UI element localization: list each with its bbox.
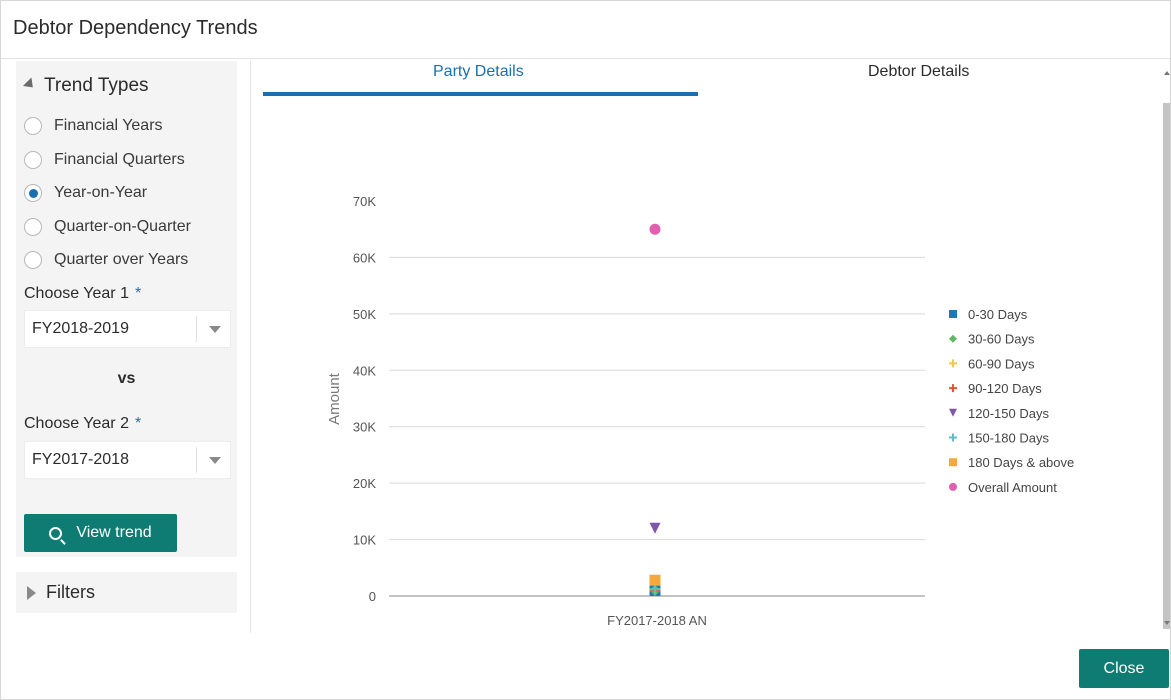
radio-button[interactable] (24, 117, 42, 135)
dialog-header: Debtor Dependency Trends (1, 1, 1170, 59)
radio-year-on-year[interactable]: Year-on-Year (24, 184, 147, 202)
vertical-scrollbar[interactable] (1162, 63, 1171, 631)
y-tick-label: 20K (353, 476, 376, 491)
legend-label: 180 Days & above (968, 455, 1074, 470)
radio-label: Financial Years (54, 117, 163, 134)
y-tick-label: 50K (353, 307, 376, 322)
tab-debtor-details[interactable]: Debtor Details (868, 63, 969, 81)
y-tick-label: 70K (353, 194, 376, 209)
radio-financial-quarters[interactable]: Financial Quarters (24, 151, 185, 169)
debtor-dependency-dialog: Debtor Dependency Trends Trend Types Fin… (0, 0, 1171, 700)
scroll-thumb[interactable] (1163, 103, 1170, 629)
data-point (649, 522, 661, 534)
y-axis-title: Amount (326, 372, 343, 425)
tab-party-details[interactable]: Party Details (433, 63, 524, 81)
x-tick-label: FY2017-2018 AN (607, 613, 707, 628)
data-point (649, 574, 661, 586)
trend-types-toggle[interactable]: Trend Types (22, 75, 149, 97)
choose-year-2-label: Choose Year 2 * (24, 415, 141, 433)
legend-marker (949, 359, 957, 368)
y-tick-label: 0 (369, 589, 376, 604)
search-icon (49, 526, 63, 540)
select-divider (196, 447, 197, 473)
select-divider (196, 316, 197, 342)
radio-label: Quarter over Years (54, 251, 189, 268)
choose-year-1-text: Choose Year 1 (24, 285, 129, 302)
radio-button[interactable] (24, 218, 42, 236)
data-point (649, 223, 661, 235)
scroll-up-arrow-icon[interactable] (1164, 71, 1170, 75)
year-1-value: FY2018-2019 (32, 320, 129, 337)
chevron-down-icon[interactable] (209, 456, 221, 464)
collapse-triangle-icon (22, 77, 38, 92)
radio-quarter-over-years[interactable]: Quarter over Years (24, 251, 188, 269)
choose-year-1-label: Choose Year 1 * (24, 285, 141, 303)
chevron-down-icon[interactable] (209, 325, 221, 333)
y-tick-label: 10K (353, 533, 376, 548)
legend-label: 30-60 Days (968, 332, 1035, 347)
legend-label: 120-150 Days (968, 406, 1049, 421)
legend-marker (949, 433, 957, 442)
legend-label: 150-180 Days (968, 431, 1049, 446)
legend-marker (949, 458, 957, 467)
year-1-select[interactable]: FY2018-2019 (24, 310, 231, 348)
required-marker: * (134, 415, 142, 432)
close-button[interactable]: Close (1079, 649, 1169, 688)
radio-button[interactable] (24, 251, 42, 269)
legend-label: 60-90 Days (968, 356, 1035, 371)
radio-label: Year-on-Year (54, 184, 148, 201)
choose-year-2-text: Choose Year 2 (24, 415, 129, 432)
y-tick-label: 60K (353, 250, 376, 265)
legend-label: Overall Amount (968, 480, 1057, 495)
radio-quarter-on-quarter[interactable]: Quarter-on-Quarter (24, 218, 191, 236)
scroll-down-arrow-icon[interactable] (1164, 621, 1170, 625)
dialog-title: Debtor Dependency Trends (13, 17, 258, 39)
radio-label: Financial Quarters (54, 151, 185, 168)
filters-toggle[interactable]: Filters (16, 572, 237, 613)
radio-label: Quarter-on-Quarter (54, 218, 191, 235)
year-2-value: FY2017-2018 (32, 451, 129, 468)
active-tab-indicator (263, 92, 698, 96)
trend-types-panel: Trend Types Financial Years Financial Qu… (16, 61, 237, 557)
legend-marker (949, 334, 957, 343)
legend-label: 0-30 Days (968, 307, 1028, 322)
legend-marker (949, 408, 957, 417)
legend-marker (949, 384, 957, 393)
trend-types-label: Trend Types (44, 75, 149, 96)
legend-label: 90-120 Days (968, 381, 1042, 396)
radio-financial-years[interactable]: Financial Years (24, 117, 163, 135)
legend-marker (949, 310, 957, 318)
legend-marker (949, 482, 957, 491)
year-2-select[interactable]: FY2017-2018 (24, 441, 231, 479)
vs-label: vs (117, 370, 136, 387)
radio-button[interactable] (24, 151, 42, 169)
view-trend-label: View trend (76, 524, 152, 541)
y-tick-label: 40K (353, 363, 376, 378)
panel-divider (250, 61, 251, 633)
filters-label: Filters (46, 582, 95, 602)
radio-button-selected[interactable] (24, 184, 42, 202)
required-marker: * (134, 285, 142, 302)
expand-triangle-icon (27, 585, 36, 600)
y-tick-label: 30K (353, 420, 376, 435)
trend-chart: 0 10K 20K 30K 40K 50K 60K 70K Amount FY2017-2018 … (326, 194, 1074, 628)
view-trend-button[interactable]: View trend (24, 514, 177, 552)
